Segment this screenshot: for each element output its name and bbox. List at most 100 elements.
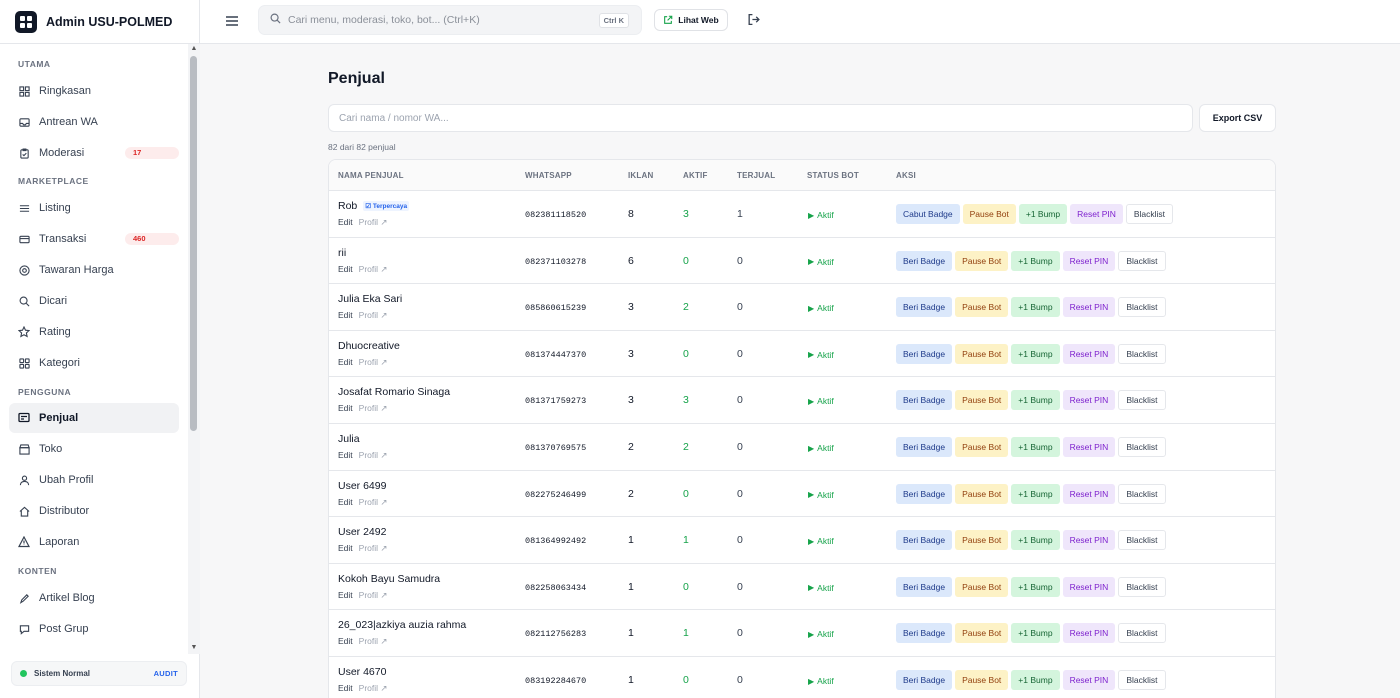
edit-link[interactable]: Edit xyxy=(338,450,353,461)
profile-link[interactable]: Profil ↗ xyxy=(359,636,388,647)
reset-pin-button[interactable]: Reset PIN xyxy=(1062,250,1116,271)
blacklist-button[interactable]: Blacklist xyxy=(1118,250,1166,271)
badge-button[interactable]: Beri Badge xyxy=(896,576,953,597)
lihat-web-button[interactable]: Lihat Web xyxy=(654,9,728,31)
badge-button[interactable]: Beri Badge xyxy=(896,343,953,364)
sidebar-item-toko[interactable]: Toko xyxy=(9,434,179,464)
edit-link[interactable]: Edit xyxy=(338,217,353,228)
edit-link[interactable]: Edit xyxy=(338,590,353,601)
bump-button[interactable]: +1 Bump xyxy=(1011,390,1060,411)
profile-link[interactable]: Profil ↗ xyxy=(359,217,388,228)
badge-button[interactable]: Beri Badge xyxy=(896,483,953,504)
export-csv-button[interactable]: Export CSV xyxy=(1199,104,1276,132)
profile-link[interactable]: Profil ↗ xyxy=(359,497,388,508)
pause-bot-button[interactable]: Pause Bot xyxy=(955,623,1009,644)
sidebar-item-listing[interactable]: Listing xyxy=(9,193,179,223)
profile-link[interactable]: Profil ↗ xyxy=(359,264,388,275)
edit-link[interactable]: Edit xyxy=(338,264,353,275)
edit-link[interactable]: Edit xyxy=(338,310,353,321)
profile-link[interactable]: Profil ↗ xyxy=(359,683,388,694)
edit-link[interactable]: Edit xyxy=(338,403,353,414)
scroll-down-icon[interactable]: ▼ xyxy=(189,644,199,651)
sidebar-item-rating[interactable]: Rating xyxy=(9,317,179,347)
global-search-input[interactable]: Cari menu, moderasi, toko, bot... (Ctrl+… xyxy=(258,5,642,35)
profile-link[interactable]: Profil ↗ xyxy=(359,357,388,368)
logout-icon[interactable] xyxy=(747,13,761,27)
blacklist-button[interactable]: Blacklist xyxy=(1118,390,1166,411)
blacklist-button[interactable]: Blacklist xyxy=(1118,297,1166,318)
sidebar-scrollbar[interactable]: ▲ ▼ xyxy=(188,44,200,654)
badge-button[interactable]: Cabut Badge xyxy=(896,204,960,224)
sidebar-item-moderasi[interactable]: Moderasi 17 xyxy=(9,138,179,168)
sidebar-item-ringkasan[interactable]: Ringkasan xyxy=(9,76,179,106)
bump-button[interactable]: +1 Bump xyxy=(1011,343,1060,364)
edit-link[interactable]: Edit xyxy=(338,497,353,508)
pause-bot-button[interactable]: Pause Bot xyxy=(955,297,1009,318)
sidebar-item-kategori[interactable]: Kategori xyxy=(9,348,179,378)
sidebar-item-distributor[interactable]: Distributor xyxy=(9,496,179,526)
edit-link[interactable]: Edit xyxy=(338,636,353,647)
reset-pin-button[interactable]: Reset PIN xyxy=(1062,437,1116,457)
pause-bot-button[interactable]: Pause Bot xyxy=(955,670,1009,690)
sidebar-item-antrean-wa[interactable]: Antrean WA xyxy=(9,107,179,137)
pause-bot-button[interactable]: Pause Bot xyxy=(955,530,1009,551)
badge-button[interactable]: Beri Badge xyxy=(896,670,953,690)
audit-link[interactable]: AUDIT xyxy=(154,669,178,678)
pause-bot-button[interactable]: Pause Bot xyxy=(955,250,1009,271)
profile-link[interactable]: Profil ↗ xyxy=(359,310,388,321)
badge-button[interactable]: Beri Badge xyxy=(896,437,953,457)
pause-bot-button[interactable]: Pause Bot xyxy=(955,390,1009,411)
menu-toggle-icon[interactable] xyxy=(224,13,240,29)
badge-button[interactable]: Beri Badge xyxy=(896,250,953,271)
blacklist-button[interactable]: Blacklist xyxy=(1125,204,1174,224)
sidebar-item-laporan[interactable]: Laporan xyxy=(9,527,179,557)
blacklist-button[interactable]: Blacklist xyxy=(1118,670,1166,690)
sidebar-item-dicari[interactable]: Dicari xyxy=(9,286,179,316)
bump-button[interactable]: +1 Bump xyxy=(1011,623,1060,644)
blacklist-button[interactable]: Blacklist xyxy=(1118,623,1166,644)
blacklist-button[interactable]: Blacklist xyxy=(1118,483,1166,504)
profile-link[interactable]: Profil ↗ xyxy=(359,590,388,601)
blacklist-button[interactable]: Blacklist xyxy=(1118,437,1166,457)
sidebar-item-tawaran-harga[interactable]: Tawaran Harga xyxy=(9,255,179,285)
pause-bot-button[interactable]: Pause Bot xyxy=(955,483,1009,504)
reset-pin-button[interactable]: Reset PIN xyxy=(1062,576,1116,597)
bump-button[interactable]: +1 Bump xyxy=(1011,530,1060,551)
reset-pin-button[interactable]: Reset PIN xyxy=(1062,297,1116,318)
reset-pin-button[interactable]: Reset PIN xyxy=(1062,670,1116,690)
sidebar-item-artikel-blog[interactable]: Artikel Blog xyxy=(9,583,179,613)
brand[interactable]: Admin USU-POLMED xyxy=(0,0,199,44)
reset-pin-button[interactable]: Reset PIN xyxy=(1062,483,1116,504)
sidebar-item-penjual[interactable]: Penjual xyxy=(9,403,179,433)
bump-button[interactable]: +1 Bump xyxy=(1011,250,1060,271)
sidebar-item-post-grup[interactable]: Post Grup xyxy=(9,614,179,644)
pause-bot-button[interactable]: Pause Bot xyxy=(955,437,1009,457)
scroll-thumb[interactable] xyxy=(190,56,197,431)
edit-link[interactable]: Edit xyxy=(338,543,353,554)
blacklist-button[interactable]: Blacklist xyxy=(1118,530,1166,551)
bump-button[interactable]: +1 Bump xyxy=(1011,670,1060,690)
edit-link[interactable]: Edit xyxy=(338,357,353,368)
badge-button[interactable]: Beri Badge xyxy=(896,390,953,411)
badge-button[interactable]: Beri Badge xyxy=(896,297,953,318)
reset-pin-button[interactable]: Reset PIN xyxy=(1062,623,1116,644)
badge-button[interactable]: Beri Badge xyxy=(896,530,953,551)
pause-bot-button[interactable]: Pause Bot xyxy=(962,204,1016,224)
scroll-up-icon[interactable]: ▲ xyxy=(189,45,199,52)
bump-button[interactable]: +1 Bump xyxy=(1018,204,1068,224)
profile-link[interactable]: Profil ↗ xyxy=(359,403,388,414)
blacklist-button[interactable]: Blacklist xyxy=(1118,576,1166,597)
pause-bot-button[interactable]: Pause Bot xyxy=(955,576,1009,597)
profile-link[interactable]: Profil ↗ xyxy=(359,543,388,554)
blacklist-button[interactable]: Blacklist xyxy=(1118,343,1166,364)
sidebar-item-transaksi[interactable]: Transaksi 460 xyxy=(9,224,179,254)
reset-pin-button[interactable]: Reset PIN xyxy=(1062,390,1116,411)
profile-link[interactable]: Profil ↗ xyxy=(359,450,388,461)
reset-pin-button[interactable]: Reset PIN xyxy=(1062,530,1116,551)
edit-link[interactable]: Edit xyxy=(338,683,353,694)
bump-button[interactable]: +1 Bump xyxy=(1011,576,1060,597)
sidebar-item-ubah-profil[interactable]: Ubah Profil xyxy=(9,465,179,495)
seller-search-input[interactable] xyxy=(328,104,1193,132)
pause-bot-button[interactable]: Pause Bot xyxy=(955,343,1009,364)
reset-pin-button[interactable]: Reset PIN xyxy=(1070,204,1123,224)
